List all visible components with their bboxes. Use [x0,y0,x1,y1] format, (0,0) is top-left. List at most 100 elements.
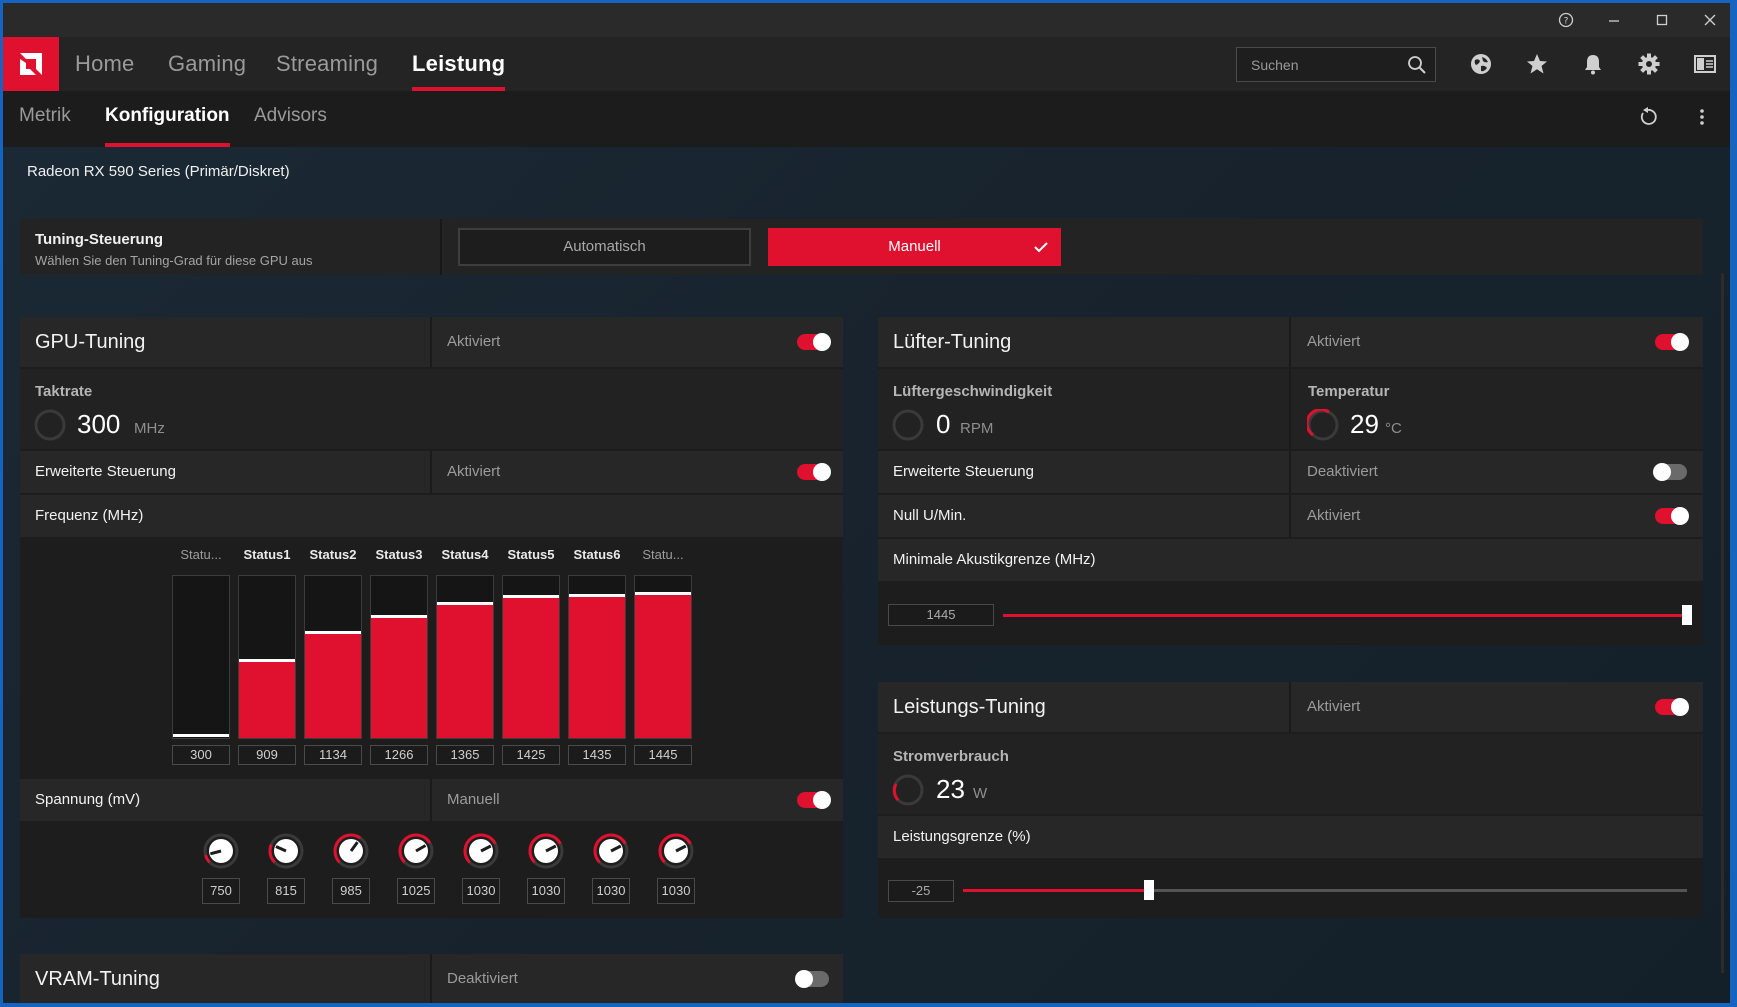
divider [430,317,432,367]
power-limit-slider-thumb[interactable] [1144,880,1154,900]
power-limit-slider-fill[interactable] [963,889,1149,892]
freq-bar[interactable] [634,575,692,739]
voltage-knob[interactable] [527,832,565,870]
clock-label: Taktrate [35,383,93,400]
toggle-knob [1671,333,1689,351]
nav-gaming[interactable]: Gaming [168,37,246,91]
freq-value-input[interactable]: 1435 [568,745,626,765]
freq-bar[interactable] [238,575,296,739]
freq-bar-handle[interactable] [635,592,691,595]
freq-bar-handle[interactable] [503,595,559,598]
freq-value-input[interactable]: 909 [238,745,296,765]
freq-state-label: Statu... [180,547,222,562]
fan-tuning-title: Lüfter-Tuning [893,331,1012,353]
voltage-knob[interactable] [462,832,500,870]
freq-bar[interactable] [436,575,494,739]
power-tuning-toggle[interactable] [1655,698,1689,716]
voltage-toggle[interactable] [797,791,831,809]
freq-bar-handle[interactable] [173,734,229,737]
reset-icon[interactable] [1638,107,1658,132]
divider [1289,495,1291,537]
tab-advisors[interactable]: Advisors [254,91,327,147]
zero-rpm-toggle[interactable] [1655,507,1689,525]
gpu-tuning-status: Aktiviert [447,333,501,350]
gpu-device-name: Radeon RX 590 Series (Primär/Diskret) [27,163,290,180]
sidebar-panel-icon[interactable] [1690,49,1720,79]
star-icon[interactable] [1522,49,1552,79]
globe-icon[interactable] [1466,49,1496,79]
bell-icon[interactable] [1578,49,1608,79]
more-options-icon[interactable] [1699,107,1705,132]
voltage-knob[interactable] [592,832,630,870]
freq-bar-handle[interactable] [371,615,427,618]
voltage-knob[interactable] [657,832,695,870]
min-acoustic-input[interactable]: 1445 [888,604,994,626]
freq-bar[interactable] [502,575,560,739]
freq-bar[interactable] [370,575,428,739]
voltage-knob[interactable] [202,832,240,870]
voltage-knob[interactable] [332,832,370,870]
freq-value-input[interactable]: 300 [172,745,230,765]
gpu-advanced-toggle[interactable] [797,463,831,481]
nav-leistung[interactable]: Leistung [412,37,506,91]
minimize-button[interactable] [1591,3,1637,37]
close-button[interactable] [1687,3,1730,37]
scrollbar[interactable] [1721,273,1724,973]
voltage-value-input[interactable]: 1025 [397,878,435,904]
divider [430,451,432,493]
tab-metrik[interactable]: Metrik [19,91,71,147]
freq-bar[interactable] [172,575,230,739]
voltage-value-input[interactable]: 985 [332,878,370,904]
freq-value-input[interactable]: 1266 [370,745,428,765]
gpu-tuning-title: GPU-Tuning [35,331,146,353]
freq-bar[interactable] [304,575,362,739]
vram-tuning-toggle[interactable] [795,970,829,988]
freq-bar-handle[interactable] [569,594,625,597]
voltage-value-input[interactable]: 815 [267,878,305,904]
fan-tuning-toggle[interactable] [1655,333,1689,351]
freq-bar-handle[interactable] [437,602,493,605]
voltage-value-input[interactable]: 750 [202,878,240,904]
voltage-value-input[interactable]: 1030 [592,878,630,904]
voltage-value-input[interactable]: 1030 [527,878,565,904]
freq-value-input[interactable]: 1445 [634,745,692,765]
fan-advanced-toggle[interactable] [1653,463,1687,481]
freq-state-label: Status3 [375,547,423,562]
voltage-knob[interactable] [267,832,305,870]
gpu-advanced-status: Aktiviert [447,463,501,480]
freq-bar[interactable] [568,575,626,739]
nav-home[interactable]: Home [75,37,135,91]
nav-streaming[interactable]: Streaming [276,37,378,91]
power-limit-slider-track[interactable] [1149,889,1687,892]
freq-value-input[interactable]: 1425 [502,745,560,765]
power-limit-input[interactable]: -25 [888,880,954,902]
help-icon[interactable]: ? [1543,3,1589,37]
fan-tuning-status: Aktiviert [1307,333,1361,350]
maximize-button[interactable] [1639,3,1685,37]
manual-button[interactable]: Manuell [768,228,1061,266]
min-acoustic-slider-track[interactable] [1003,614,1687,617]
toggle-knob [813,333,831,351]
freq-value-input[interactable]: 1365 [436,745,494,765]
search-icon[interactable] [1407,55,1427,80]
voltage-value-input[interactable]: 1030 [657,878,695,904]
freq-state-label: Statu... [642,547,684,562]
gear-icon[interactable] [1634,49,1664,79]
tab-konfiguration[interactable]: Konfiguration [105,91,230,147]
clock-row: Taktrate 300 MHz [20,369,843,449]
voltage-value-input[interactable]: 1030 [462,878,500,904]
search-input[interactable] [1237,48,1397,81]
automatic-button[interactable]: Automatisch [458,228,751,266]
voltage-knob[interactable] [397,832,435,870]
zero-rpm-label: Null U/Min. [893,507,967,524]
gpu-tuning-toggle[interactable] [797,333,831,351]
gpu-tuning-panel: GPU-Tuning Aktiviert Taktrate 300 MHz Er… [20,317,843,918]
min-acoustic-slider-thumb[interactable] [1682,605,1692,625]
amd-logo[interactable] [3,37,59,91]
tab-konfiguration-label: Konfiguration [105,105,230,126]
tuning-control-subtitle: Wählen Sie den Tuning-Grad für diese GPU… [35,253,313,268]
search-box[interactable] [1236,47,1436,82]
freq-bar-handle[interactable] [239,659,295,662]
freq-bar-handle[interactable] [305,631,361,634]
freq-value-input[interactable]: 1134 [304,745,362,765]
